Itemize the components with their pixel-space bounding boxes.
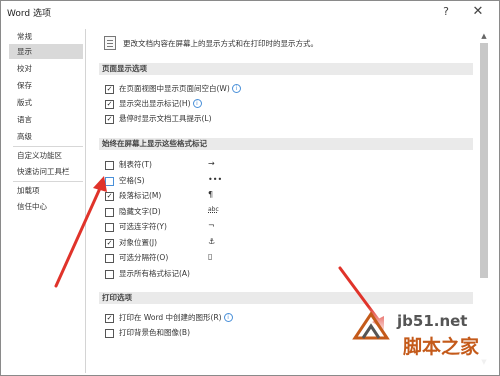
hidden-text-icon: abc (208, 206, 219, 213)
checkbox[interactable]: ✓ (105, 100, 114, 109)
sidebar-item-proofing[interactable]: 校对 (9, 61, 83, 76)
checkbox[interactable]: ✓ (105, 314, 114, 323)
option-label: 空格(S) (119, 176, 145, 185)
hyphen-icon: ¬ (208, 221, 215, 230)
sidebar-item-advanced[interactable]: 高级 (9, 129, 83, 144)
section-header-formatting-marks: 始终在屏幕上显示这些格式标记 (99, 138, 473, 150)
option-label: 对象位置(J) (119, 238, 158, 247)
scrollbar-thumb[interactable] (480, 43, 488, 278)
option-label: 悬停时显示文档工具提示(L) (119, 114, 212, 123)
document-icon (104, 36, 116, 50)
sidebar-item-display[interactable]: 显示 (9, 44, 83, 59)
sidebar-divider (13, 146, 83, 147)
sidebar-item-trust-center[interactable]: 信任中心 (9, 199, 83, 214)
tab-arrow-icon: → (208, 159, 215, 168)
checkbox[interactable]: ✓ (105, 239, 114, 248)
info-icon[interactable]: i (231, 84, 241, 93)
option-label: 打印在 Word 中创建的图形(R) i (119, 313, 233, 323)
pilcrow-icon: ¶ (208, 190, 214, 199)
space-dots-icon: ••• (208, 175, 223, 184)
close-button[interactable]: ✕ (467, 3, 489, 21)
optional-break-icon: ▯ (208, 252, 213, 261)
section-header-print: 打印选项 (99, 292, 473, 304)
checkbox[interactable] (105, 161, 114, 170)
sidebar-item-add-ins[interactable]: 加载项 (9, 183, 83, 198)
info-icon[interactable]: i (223, 313, 233, 322)
checkbox[interactable]: ✓ (105, 115, 114, 124)
option-label: 制表符(T) (119, 160, 152, 169)
title-bar: Word 选项 ? ✕ (1, 1, 499, 23)
sidebar-item-save[interactable]: 保存 (9, 78, 83, 93)
display-intro-text: 更改文档内容在屏幕上的显示方式和在打印时的显示方式。 (123, 39, 318, 48)
section-header-page-display: 页面显示选项 (99, 63, 473, 75)
window-title: Word 选项 (7, 9, 51, 19)
option-label: 隐藏文字(D) (119, 207, 161, 216)
options-sidebar: 常规 显示 校对 保存 版式 语言 高级 自定义功能区 快速访问工具栏 加载项 … (9, 29, 86, 373)
watermark-name: 脚本之家 (403, 336, 480, 358)
info-icon[interactable]: i (192, 99, 202, 108)
checkbox[interactable] (105, 329, 114, 338)
checkbox[interactable] (105, 270, 114, 279)
watermark-logo-icon (352, 311, 390, 340)
sidebar-item-general[interactable]: 常规 (9, 29, 83, 44)
checkbox[interactable] (105, 208, 114, 217)
option-label: 段落标记(M) (119, 191, 162, 200)
sidebar-item-language[interactable]: 语言 (9, 112, 83, 127)
sidebar-item-quick-access-toolbar[interactable]: 快速访问工具栏 (9, 164, 83, 179)
anchor-icon: ⚓ (208, 237, 216, 246)
checkbox[interactable]: ✓ (105, 192, 114, 201)
sidebar-item-customize-ribbon[interactable]: 自定义功能区 (9, 148, 83, 163)
sidebar-divider (13, 181, 83, 182)
checkbox[interactable] (105, 177, 114, 186)
checkbox[interactable] (105, 254, 114, 263)
option-label: 可选连字符(Y) (119, 222, 167, 231)
site-watermark: jb51.net 脚本之家 (345, 306, 495, 372)
scroll-up-arrow-icon[interactable]: ▲ (479, 31, 489, 41)
option-label: 打印背景色和图像(B) (119, 328, 190, 337)
option-label: 可选分隔符(O) (119, 253, 169, 262)
checkbox[interactable] (105, 223, 114, 232)
option-label: 显示突出显示标记(H) i (119, 99, 202, 109)
option-label: 显示所有格式标记(A) (119, 269, 190, 278)
sidebar-item-layout[interactable]: 版式 (9, 95, 83, 110)
help-button[interactable]: ? (435, 3, 457, 21)
watermark-url: jb51.net (397, 312, 468, 330)
checkbox[interactable]: ✓ (105, 85, 114, 94)
option-label: 在页面视图中显示页面间空白(W) i (119, 84, 241, 94)
